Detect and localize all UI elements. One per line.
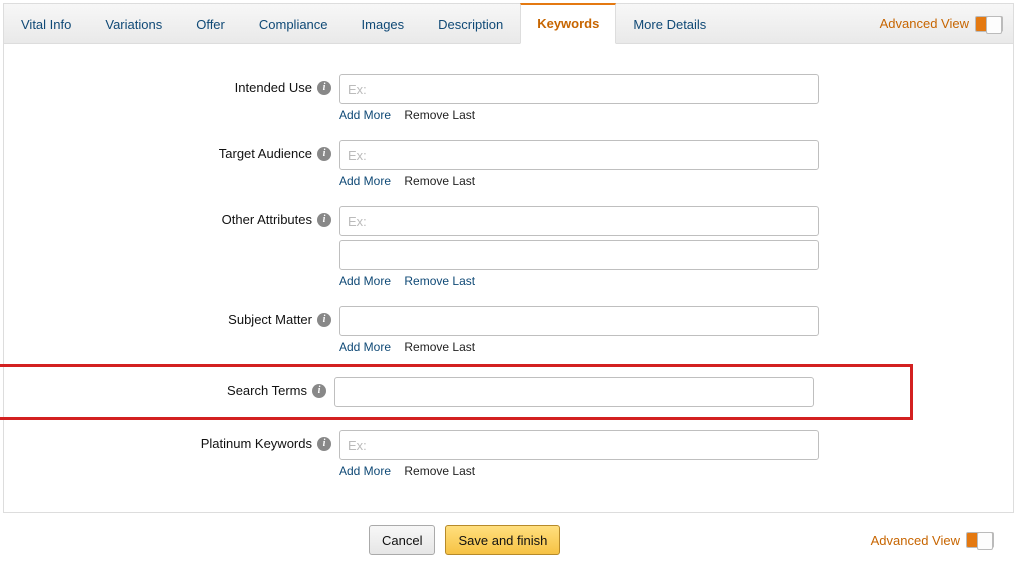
input-other-attributes-2[interactable] <box>339 240 819 270</box>
advanced-view-label: Advanced View <box>880 16 969 31</box>
row-platinum-keywords: Platinum Keywords i Add More Remove Last <box>34 430 863 478</box>
cancel-button[interactable]: Cancel <box>369 525 435 555</box>
remove-last-target-audience[interactable]: Remove Last <box>404 174 475 188</box>
advanced-view-bottom[interactable]: Advanced View <box>871 532 1004 548</box>
info-icon[interactable]: i <box>317 437 331 451</box>
input-target-audience[interactable] <box>339 140 819 170</box>
advanced-view-top[interactable]: Advanced View <box>880 16 1013 32</box>
info-icon[interactable]: i <box>317 213 331 227</box>
input-other-attributes-1[interactable] <box>339 206 819 236</box>
label-intended-use: Intended Use i <box>34 74 339 95</box>
remove-last-subject-matter[interactable]: Remove Last <box>404 340 475 354</box>
tab-offer[interactable]: Offer <box>179 5 242 44</box>
row-intended-use: Intended Use i Add More Remove Last <box>34 74 863 136</box>
tab-variations[interactable]: Variations <box>88 5 179 44</box>
label-text-intended-use: Intended Use <box>235 80 312 95</box>
remove-last-other-attributes[interactable]: Remove Last <box>404 274 475 288</box>
row-other-attributes: Other Attributes i Add More Remove Last <box>34 206 863 302</box>
input-search-terms[interactable] <box>334 377 814 407</box>
advanced-view-toggle[interactable] <box>975 16 1003 32</box>
row-target-audience: Target Audience i Add More Remove Last <box>34 140 863 202</box>
save-and-finish-button[interactable]: Save and finish <box>445 525 560 555</box>
input-platinum-keywords[interactable] <box>339 430 819 460</box>
footer-row: Cancel Save and finish Advanced View <box>3 513 1014 567</box>
label-other-attributes: Other Attributes i <box>34 206 339 227</box>
remove-last-platinum-keywords[interactable]: Remove Last <box>404 464 475 478</box>
remove-last-intended-use[interactable]: Remove Last <box>404 108 475 122</box>
tab-bar: Vital Info Variations Offer Compliance I… <box>4 4 1013 44</box>
add-more-platinum-keywords[interactable]: Add More <box>339 464 391 478</box>
info-icon[interactable]: i <box>317 147 331 161</box>
tab-vital-info[interactable]: Vital Info <box>4 5 88 44</box>
label-target-audience: Target Audience i <box>34 140 339 161</box>
label-text-other-attributes: Other Attributes <box>222 212 312 227</box>
advanced-view-toggle-bottom[interactable] <box>966 532 994 548</box>
input-intended-use[interactable] <box>339 74 819 104</box>
info-icon[interactable]: i <box>317 81 331 95</box>
highlight-search-terms: Search Terms i <box>0 364 913 420</box>
tab-keywords[interactable]: Keywords <box>520 3 616 44</box>
main-panel: Vital Info Variations Offer Compliance I… <box>3 3 1014 513</box>
input-subject-matter[interactable] <box>339 306 819 336</box>
add-more-subject-matter[interactable]: Add More <box>339 340 391 354</box>
add-more-target-audience[interactable]: Add More <box>339 174 391 188</box>
row-subject-matter: Subject Matter i Add More Remove Last <box>34 306 863 360</box>
tab-images[interactable]: Images <box>345 5 422 44</box>
add-more-other-attributes[interactable]: Add More <box>339 274 391 288</box>
advanced-view-label-bottom: Advanced View <box>871 533 960 548</box>
add-more-intended-use[interactable]: Add More <box>339 108 391 122</box>
label-text-platinum-keywords: Platinum Keywords <box>201 436 312 451</box>
label-platinum-keywords: Platinum Keywords i <box>34 430 339 451</box>
info-icon[interactable]: i <box>312 384 326 398</box>
form-area: Intended Use i Add More Remove Last Targ… <box>4 44 1013 512</box>
tab-more-details[interactable]: More Details <box>616 5 723 44</box>
tab-compliance[interactable]: Compliance <box>242 5 345 44</box>
info-icon[interactable]: i <box>317 313 331 327</box>
label-text-target-audience: Target Audience <box>219 146 312 161</box>
label-search-terms: Search Terms i <box>0 377 334 398</box>
tab-description[interactable]: Description <box>421 5 520 44</box>
label-subject-matter: Subject Matter i <box>34 306 339 327</box>
label-text-search-terms: Search Terms <box>227 383 307 398</box>
label-text-subject-matter: Subject Matter <box>228 312 312 327</box>
